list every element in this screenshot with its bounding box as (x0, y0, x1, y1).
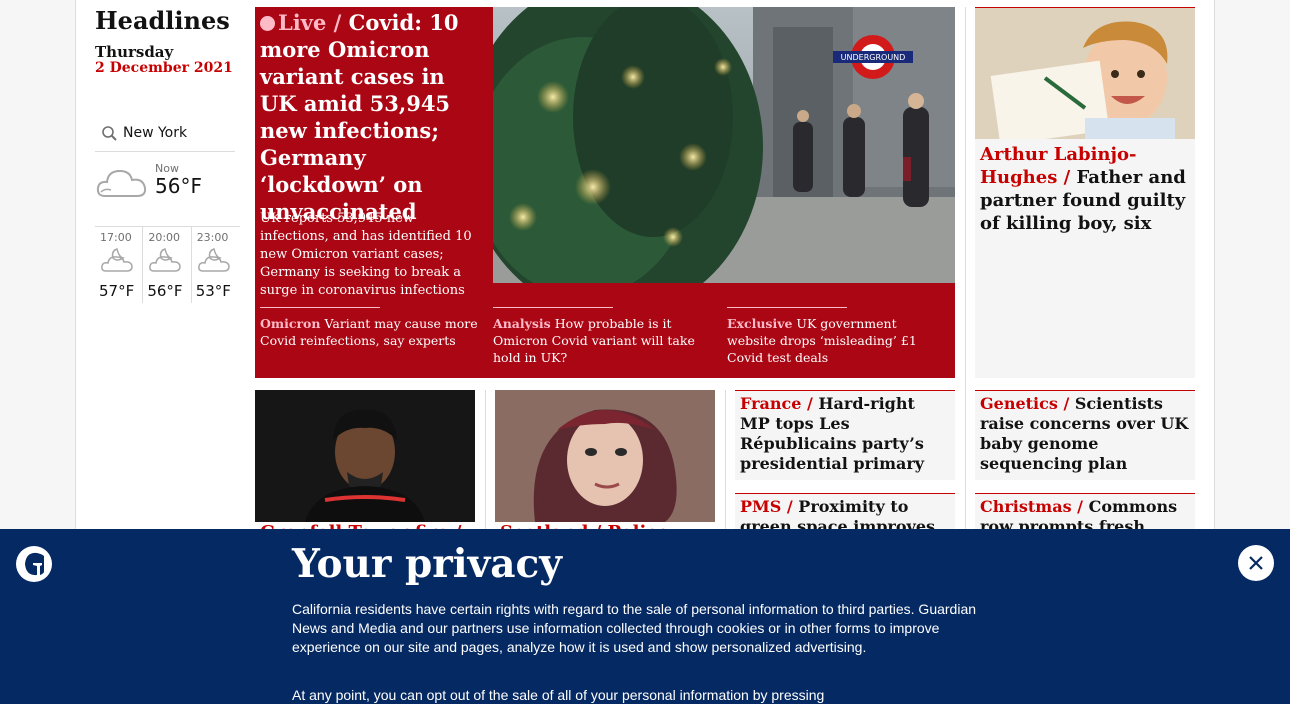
column-divider (485, 390, 486, 530)
live-dot-icon (260, 16, 275, 31)
forecast-item: 17:00 57°F (95, 227, 144, 303)
story-card-pms[interactable]: PMS / Proximity to green space improves … (735, 493, 955, 533)
main-headline[interactable]: Live / Covid: 10 more Omicron variant ca… (260, 9, 488, 225)
story-headline[interactable]: France / Hard-right MP tops Les Républic… (735, 391, 955, 477)
main-kicker: Live / (278, 10, 342, 35)
column-divider (725, 390, 726, 530)
column-divider (965, 7, 966, 530)
story-image-boy[interactable] (975, 8, 1195, 139)
date-full: 2 December 2021 (95, 60, 233, 76)
sublink-kicker: Exclusive (727, 316, 793, 331)
story-headline[interactable]: Genetics / Scientists raise concerns ove… (975, 391, 1195, 477)
now-temperature: 56°F (155, 174, 202, 198)
story-headline[interactable]: PMS / Proximity to green space improves … (735, 494, 955, 533)
weather-location-search[interactable]: New York (95, 114, 235, 152)
story-card-genetics[interactable]: Genetics / Scientists raise concerns ove… (975, 390, 1195, 480)
cloudy-icon (96, 169, 147, 197)
partly-cloudy-night-icon (101, 248, 133, 272)
weather-location[interactable]: New York (123, 125, 187, 141)
main-story-image[interactable]: UNDERGROUND (493, 7, 955, 283)
main-headline-text[interactable]: Covid: 10 more Omicron variant cases in … (260, 10, 458, 224)
story-kicker: Christmas / (980, 497, 1083, 516)
guardian-logo-icon (16, 546, 52, 582)
section-title: Headlines (95, 6, 230, 35)
forecast-item: 23:00 53°F (192, 227, 240, 303)
sublink-kicker: Omicron (260, 316, 321, 331)
partly-cloudy-night-icon (197, 248, 230, 272)
privacy-banner: Your privacy California residents have c… (0, 529, 1290, 704)
forecast-time: 20:00 (148, 231, 181, 244)
story-kicker: PMS / (740, 497, 793, 516)
date-day: Thursday (95, 43, 174, 61)
forecast-time: 23:00 (196, 231, 229, 244)
story-kicker: Genetics / (980, 394, 1070, 413)
main-standfirst: UK reports 53,945 new infections, and ha… (260, 211, 472, 298)
story-card-arthur[interactable]: Arthur Labinjo-Hughes / Father and partn… (975, 7, 1195, 378)
main-sublinks: Omicron Variant may cause more Covid rei… (255, 307, 955, 377)
forecast-item: 20:00 56°F (143, 227, 192, 303)
forecast-temp: 53°F (195, 282, 231, 300)
forecast-temp: 57°F (99, 282, 135, 300)
weather-now: Now 56°F (95, 158, 235, 224)
story-image-hamilton[interactable] (255, 390, 475, 522)
close-button[interactable] (1238, 545, 1274, 581)
story-headline[interactable]: Arthur Labinjo-Hughes / Father and partn… (975, 139, 1195, 239)
weather-forecast: 17:00 57°F 20:00 56°F 23:00 53°F (95, 226, 240, 304)
main-story[interactable]: Live / Covid: 10 more Omicron variant ca… (255, 7, 955, 378)
story-card-france[interactable]: France / Hard-right MP tops Les Républic… (735, 390, 955, 480)
privacy-body: California residents have certain rights… (292, 601, 977, 655)
story-headline[interactable]: Christmas / Commons row prompts fresh wa… (975, 494, 1195, 533)
privacy-body-continued: At any point, you can opt out of the sal… (292, 687, 825, 703)
story-image-woman[interactable] (495, 390, 715, 522)
story-kicker: France / (740, 394, 813, 413)
forecast-time: 17:00 (100, 231, 132, 244)
sublink-omicron[interactable]: Omicron Variant may cause more Covid rei… (260, 307, 480, 349)
svg-text:UNDERGROUND: UNDERGROUND (841, 53, 906, 62)
story-card-christmas[interactable]: Christmas / Commons row prompts fresh wa… (975, 493, 1195, 533)
privacy-title: Your privacy (292, 541, 562, 587)
forecast-temp: 56°F (147, 282, 183, 300)
close-icon (1249, 556, 1263, 570)
sublink-exclusive[interactable]: Exclusive UK government website drops ‘m… (727, 307, 947, 366)
search-icon (99, 122, 121, 144)
sublink-kicker: Analysis (493, 316, 551, 331)
partly-cloudy-night-icon (149, 248, 182, 272)
sublink-analysis[interactable]: Analysis How probable is it Omicron Covi… (493, 307, 713, 366)
